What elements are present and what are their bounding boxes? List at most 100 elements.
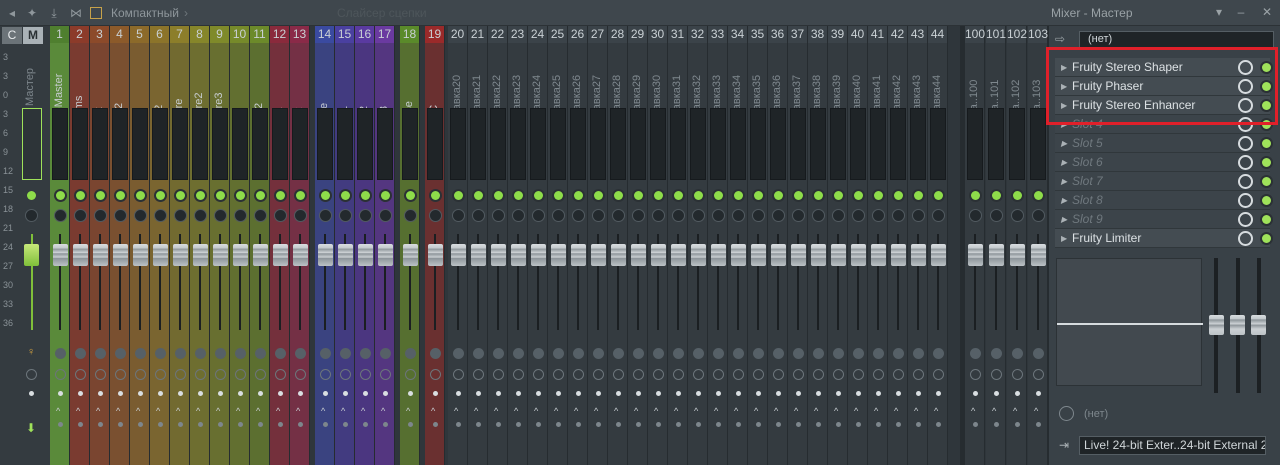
volume-fader[interactable]	[293, 244, 308, 266]
pan-knob[interactable]	[812, 209, 825, 222]
route-dot[interactable]	[836, 391, 841, 396]
mixer-strip[interactable]: 33 Вставка33 ^	[708, 26, 728, 465]
stereo-icon[interactable]	[235, 348, 246, 359]
caret-up-icon[interactable]: ^	[514, 406, 518, 416]
volume-fader[interactable]	[771, 244, 786, 266]
caret-up-icon[interactable]: ^	[454, 406, 458, 416]
pan-knob[interactable]	[339, 209, 352, 222]
clock-icon[interactable]	[320, 369, 331, 380]
stereo-icon[interactable]	[155, 348, 166, 359]
strip-led[interactable]	[494, 191, 503, 200]
pan-knob[interactable]	[319, 209, 332, 222]
caret-up-icon[interactable]: ^	[794, 406, 798, 416]
route-dot[interactable]	[218, 391, 223, 396]
stereo-icon[interactable]	[275, 348, 286, 359]
pan-knob[interactable]	[852, 209, 865, 222]
panel-fader[interactable]	[1209, 315, 1224, 335]
mixer-strip[interactable]: 28 Вставка28 ^	[608, 26, 628, 465]
slot-enable-led[interactable]	[1262, 234, 1271, 243]
pan-knob[interactable]	[832, 209, 845, 222]
pan-knob[interactable]	[492, 209, 505, 222]
route-dot[interactable]	[343, 391, 348, 396]
caret-up-icon[interactable]: ^	[734, 406, 738, 416]
pan-knob[interactable]	[234, 209, 247, 222]
stereo-icon[interactable]	[55, 348, 66, 359]
send-dot[interactable]	[456, 422, 461, 427]
pan-knob[interactable]	[612, 209, 625, 222]
route-dot[interactable]	[776, 391, 781, 396]
clock-icon[interactable]	[175, 369, 186, 380]
mix-knob[interactable]	[1238, 60, 1253, 75]
fish-icon[interactable]: ✦	[24, 5, 40, 21]
stereo-icon[interactable]	[693, 348, 704, 359]
stereo-icon[interactable]	[453, 348, 464, 359]
send-dot[interactable]	[198, 422, 203, 427]
mixer-strip[interactable]: 10Bas^	[230, 26, 250, 465]
strip-led[interactable]	[694, 191, 703, 200]
pan-knob[interactable]	[174, 209, 187, 222]
fx-slot[interactable]: ▶ Slot 5	[1055, 134, 1271, 153]
expand-arrow-icon[interactable]: ▶	[1061, 210, 1067, 229]
clock-icon[interactable]	[493, 369, 504, 380]
route-dot[interactable]	[1015, 391, 1020, 396]
fx-slot[interactable]: ▶ Fruity Limiter	[1055, 229, 1271, 248]
clock-icon[interactable]	[75, 369, 86, 380]
fx-slot[interactable]: ▶ Slot 9	[1055, 210, 1271, 229]
stereo-icon[interactable]	[753, 348, 764, 359]
clock-icon[interactable]	[813, 369, 824, 380]
volume-fader[interactable]	[989, 244, 1004, 266]
clock-icon[interactable]	[893, 369, 904, 380]
expand-arrow-icon[interactable]: ▶	[1061, 191, 1067, 210]
clock-icon[interactable]	[573, 369, 584, 380]
volume-fader[interactable]	[691, 244, 706, 266]
volume-fader[interactable]	[571, 244, 586, 266]
mixer-strip[interactable]: 38 Вставка38 ^	[808, 26, 828, 465]
send-dot[interactable]	[496, 422, 501, 427]
clock-icon[interactable]	[115, 369, 126, 380]
stereo-icon[interactable]	[970, 348, 981, 359]
clock-icon[interactable]	[873, 369, 884, 380]
strip-led[interactable]	[406, 191, 415, 200]
mixer-strip[interactable]: 37 Вставка37 ^	[788, 26, 808, 465]
mixer-strip[interactable]: 2Drums^	[70, 26, 90, 465]
send-dot[interactable]	[716, 422, 721, 427]
mixer-strip[interactable]: 102 Вста..102 ^	[1007, 26, 1027, 465]
clock-icon[interactable]	[135, 369, 146, 380]
pan-knob[interactable]	[194, 209, 207, 222]
link-icon[interactable]: ⋈	[68, 5, 84, 21]
mixer-strip[interactable]: 18Voise^	[400, 26, 420, 465]
send-dot[interactable]	[138, 422, 143, 427]
pan-knob[interactable]	[932, 209, 945, 222]
send-dot[interactable]	[856, 422, 861, 427]
clock-icon[interactable]	[295, 369, 306, 380]
send-dot[interactable]	[118, 422, 123, 427]
clock-icon[interactable]	[360, 369, 371, 380]
strip-led[interactable]	[381, 191, 390, 200]
caret-up-icon[interactable]: ^	[361, 406, 365, 416]
stereo-icon[interactable]	[135, 348, 146, 359]
send-dot[interactable]	[178, 422, 183, 427]
caret-up-icon[interactable]: ^	[554, 406, 558, 416]
clock-icon[interactable]	[235, 369, 246, 380]
send-dot[interactable]	[994, 422, 999, 427]
route-dot[interactable]	[476, 391, 481, 396]
volume-fader[interactable]	[751, 244, 766, 266]
send-dot[interactable]	[676, 422, 681, 427]
mixer-strip[interactable]: 34 Вставка34 ^	[728, 26, 748, 465]
strip-led[interactable]	[116, 191, 125, 200]
mixer-strip[interactable]: 11Bas2^	[250, 26, 270, 465]
view-mode-label[interactable]: Компактный	[111, 6, 179, 20]
m-button[interactable]: M	[23, 27, 43, 44]
caret-up-icon[interactable]: ^	[834, 406, 838, 416]
pan-knob[interactable]	[572, 209, 585, 222]
caret-up-icon[interactable]: ^	[216, 406, 220, 416]
fx-slot[interactable]: ▶ Fruity Stereo Shaper	[1055, 58, 1271, 77]
send-dot[interactable]	[158, 422, 163, 427]
volume-fader[interactable]	[931, 244, 946, 266]
strip-led[interactable]	[514, 191, 523, 200]
clock-icon[interactable]	[95, 369, 106, 380]
route-dot[interactable]	[756, 391, 761, 396]
caret-up-icon[interactable]: ^	[874, 406, 878, 416]
send-dot[interactable]	[616, 422, 621, 427]
volume-fader[interactable]	[93, 244, 108, 266]
